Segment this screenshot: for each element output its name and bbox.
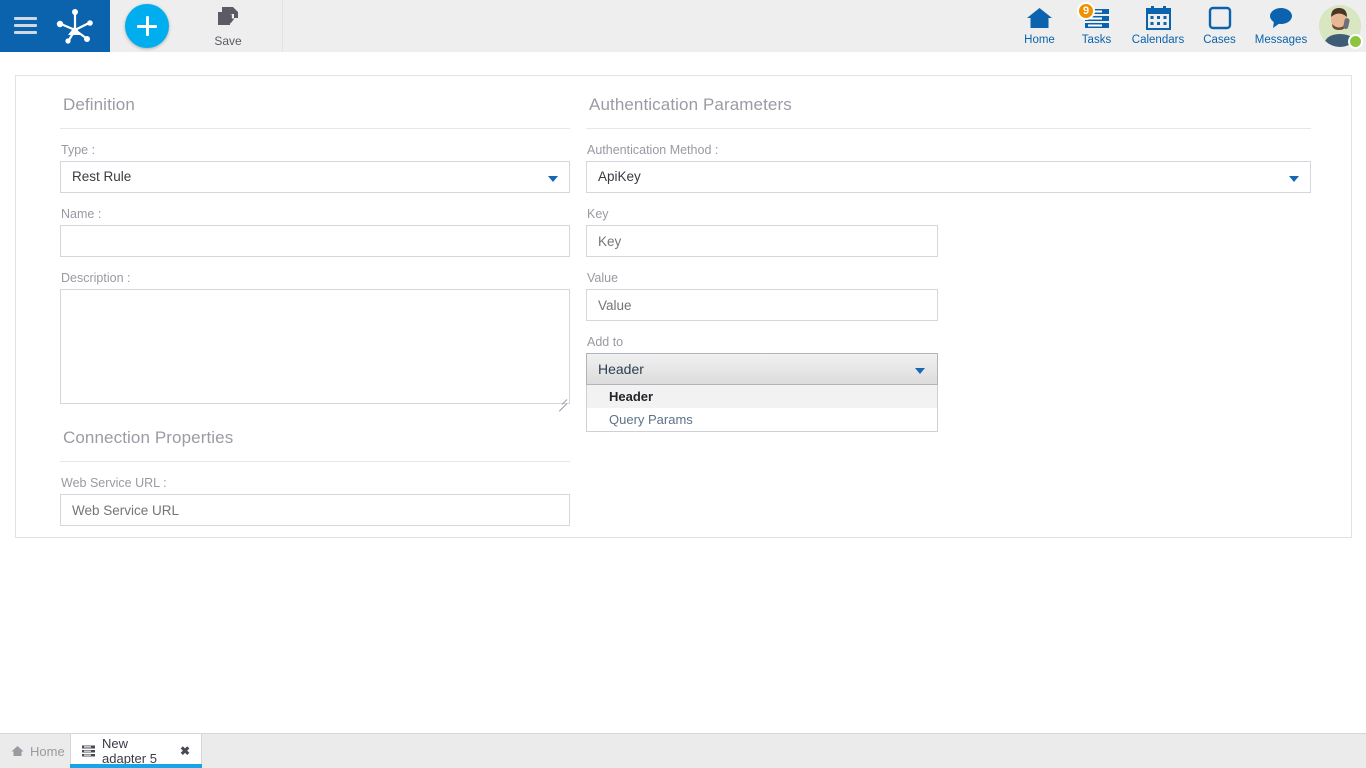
- home-small-icon: [11, 745, 24, 757]
- calendar-icon: [1145, 4, 1171, 32]
- top-toolbar: Save Home 9 Tasks Calendars Cases Messag…: [0, 0, 1366, 52]
- nav-item-messages[interactable]: Messages: [1248, 0, 1314, 52]
- global-nav: Home 9 Tasks Calendars Cases Messages: [1011, 0, 1366, 52]
- key-input[interactable]: [586, 225, 938, 257]
- nav-label-messages: Messages: [1254, 34, 1308, 46]
- nav-label-tasks: Tasks: [1081, 34, 1112, 46]
- nav-item-tasks[interactable]: 9 Tasks: [1068, 0, 1125, 52]
- close-icon[interactable]: ✖: [180, 744, 190, 758]
- tasks-badge: 9: [1077, 2, 1095, 20]
- status-dot-online: [1348, 34, 1363, 49]
- add-to-option-query-params[interactable]: Query Params: [587, 408, 937, 431]
- adapter-icon: [82, 745, 96, 757]
- taskbar-tab-new-adapter[interactable]: New adapter 5 ✖: [70, 734, 202, 768]
- description-label: Description :: [61, 271, 131, 285]
- chevron-down-icon: [548, 176, 558, 182]
- connection-section-title: Connection Properties: [63, 428, 234, 447]
- value-input[interactable]: [586, 289, 938, 321]
- node-graph-logo-icon[interactable]: [55, 8, 95, 46]
- nav-item-cases[interactable]: Cases: [1191, 0, 1248, 52]
- type-select-value: Rest Rule: [72, 169, 132, 184]
- description-wrap: [60, 289, 570, 412]
- left-column: Definition Type : Rest Rule Name : Descr…: [60, 76, 570, 526]
- taskbar-tab-home-label: Home: [30, 743, 65, 759]
- taskbar: Home New adapter 5 ✖: [0, 733, 1366, 768]
- value-label: Value: [587, 271, 619, 285]
- auth-method-label: Authentication Method :: [587, 143, 719, 157]
- nav-label-cases: Cases: [1203, 34, 1236, 46]
- add-new-button[interactable]: [125, 4, 169, 48]
- add-to-select[interactable]: Header: [586, 353, 938, 385]
- nav-label-calendars: Calendars: [1131, 34, 1185, 46]
- nav-item-home[interactable]: Home: [1011, 0, 1068, 52]
- auth-method-select[interactable]: ApiKey: [586, 161, 1311, 193]
- web-service-url-label: Web Service URL :: [61, 476, 167, 490]
- taskbar-tab-new-adapter-label: New adapter 5: [102, 736, 157, 766]
- chevron-down-icon: [1289, 176, 1299, 182]
- add-to-select-value: Header: [598, 361, 644, 377]
- nav-label-home: Home: [1024, 34, 1055, 46]
- add-to-label: Add to: [587, 335, 624, 349]
- definition-section-title: Definition: [63, 95, 135, 114]
- hamburger-menu-icon[interactable]: [14, 17, 37, 35]
- auth-section-title: Authentication Parameters: [589, 95, 792, 114]
- toolbar-divider: [282, 0, 283, 52]
- home-icon: [1026, 4, 1053, 32]
- nav-item-calendars[interactable]: Calendars: [1125, 0, 1191, 52]
- save-button[interactable]: Save: [196, 1, 260, 51]
- web-service-url-input[interactable]: [60, 494, 570, 526]
- definition-section-rule: [60, 128, 570, 129]
- speech-bubble-icon: [1268, 4, 1294, 32]
- taskbar-tab-home[interactable]: Home: [0, 734, 70, 768]
- right-column: Authentication Parameters Authentication…: [586, 76, 1311, 432]
- chevron-down-icon: [915, 368, 925, 374]
- case-square-icon: [1208, 4, 1232, 32]
- type-select[interactable]: Rest Rule: [60, 161, 570, 193]
- avatar[interactable]: [1314, 0, 1366, 52]
- name-input[interactable]: [60, 225, 570, 257]
- auth-method-value: ApiKey: [598, 169, 641, 184]
- description-textarea[interactable]: [60, 289, 570, 404]
- auth-section-rule: [586, 128, 1311, 129]
- brand-area: [0, 0, 110, 52]
- connection-section-rule: [60, 461, 570, 462]
- name-label: Name :: [61, 207, 102, 221]
- key-label: Key: [587, 207, 609, 221]
- add-to-dropdown-list: Header Query Params: [586, 385, 938, 432]
- add-to-option-header[interactable]: Header: [587, 385, 937, 408]
- save-button-label: Save: [214, 33, 242, 48]
- floppy-save-icon: [216, 5, 240, 34]
- adapter-form-card: Definition Type : Rest Rule Name : Descr…: [15, 75, 1352, 538]
- type-label: Type :: [61, 143, 96, 157]
- active-tab-underline: [70, 764, 202, 768]
